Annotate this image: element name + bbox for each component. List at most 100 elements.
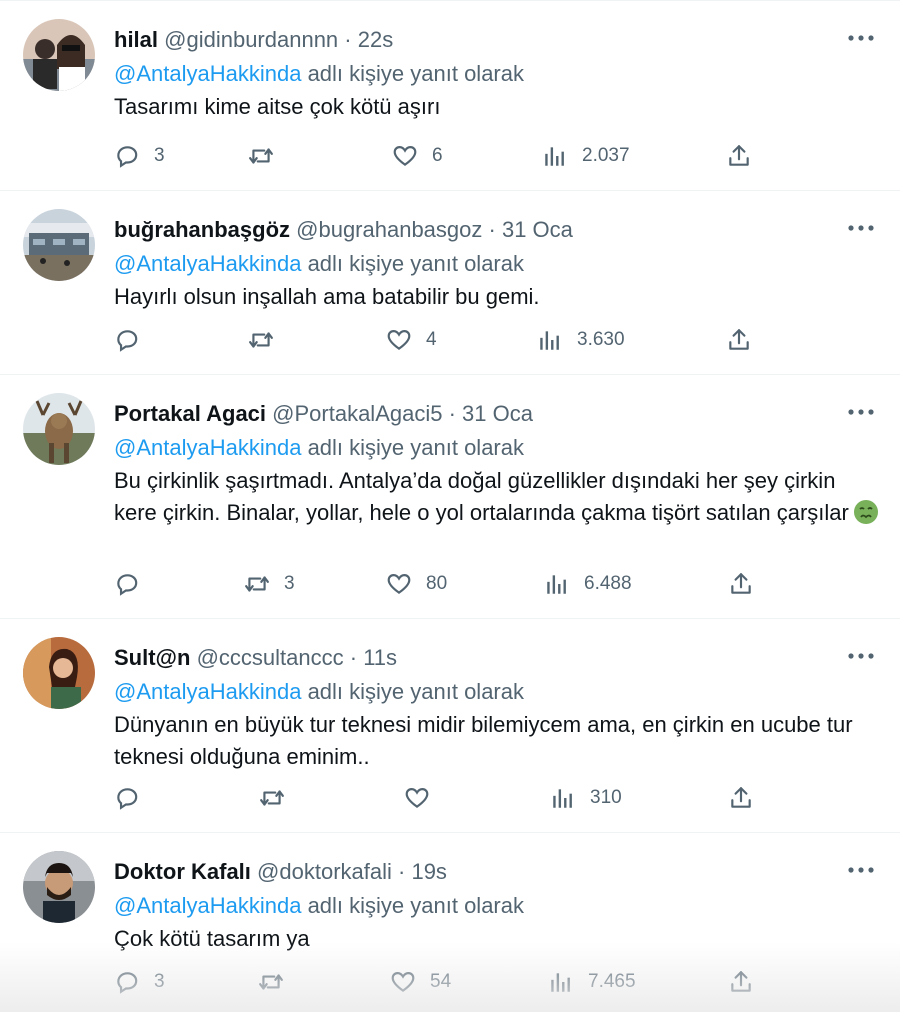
views-button[interactable]: 7.465 <box>548 965 636 999</box>
retweet-button[interactable] <box>259 781 299 815</box>
like-count: 4 <box>426 329 437 350</box>
replying-to: @AntalyaHakkinda adlı kişiye yanıt olara… <box>114 247 524 281</box>
heart-icon <box>404 785 430 811</box>
like-button[interactable]: 54 <box>390 965 451 999</box>
nauseated-face-icon <box>853 499 879 525</box>
tweet-text: Bu çirkinlik şaşırtmadı. Antalya’da doğa… <box>114 465 884 529</box>
user-handle[interactable]: @gidinburdannnn <box>164 27 338 52</box>
like-button[interactable]: 6 <box>392 139 443 173</box>
heart-icon <box>390 969 416 995</box>
mention-link[interactable]: @AntalyaHakkinda <box>114 251 301 276</box>
display-name[interactable]: Portakal Agaci <box>114 401 266 426</box>
share-button[interactable] <box>726 139 752 173</box>
display-name[interactable]: Doktor Kafalı <box>114 859 251 884</box>
like-count: 6 <box>432 145 443 166</box>
more-options-icon[interactable] <box>846 211 876 245</box>
share-button[interactable] <box>728 781 754 815</box>
views-button[interactable]: 2.037 <box>542 139 630 173</box>
timestamp[interactable]: 31 Oca <box>462 401 533 426</box>
tweet-text-body: Bu çirkinlik şaşırtmadı. Antalya’da doğa… <box>114 468 849 525</box>
retweet-button[interactable]: 3 <box>244 567 295 601</box>
avatar[interactable] <box>23 637 95 709</box>
views-chart-icon <box>550 785 576 811</box>
reply-button[interactable] <box>114 323 154 357</box>
replying-to-label: adlı kişiye yanıt olarak <box>307 893 524 918</box>
share-button[interactable] <box>728 567 754 601</box>
timestamp[interactable]: 19s <box>411 859 446 884</box>
tweet-actions: 4 3.630 <box>114 323 774 357</box>
view-count: 2.037 <box>582 145 630 166</box>
reply-icon <box>114 327 140 353</box>
share-button[interactable] <box>726 323 752 357</box>
reply-button[interactable] <box>114 781 154 815</box>
views-button[interactable]: 3.630 <box>537 323 625 357</box>
share-icon <box>726 143 752 169</box>
mention-link[interactable]: @AntalyaHakkinda <box>114 61 301 86</box>
share-icon <box>728 785 754 811</box>
user-handle[interactable]: @PortakalAgaci5 <box>272 401 442 426</box>
views-button[interactable]: 310 <box>550 781 622 815</box>
tweet[interactable]: hilal @gidinburdannnn · 22s @AntalyaHakk… <box>0 1 900 191</box>
replying-to-label: adlı kişiye yanıt olarak <box>307 435 524 460</box>
retweet-icon <box>259 785 285 811</box>
views-button[interactable]: 6.488 <box>544 567 632 601</box>
more-options-icon[interactable] <box>846 395 876 429</box>
heart-icon <box>386 571 412 597</box>
reply-feed: hilal @gidinburdannnn · 22s @AntalyaHakk… <box>0 0 900 1012</box>
tweet[interactable]: Doktor Kafalı @doktorkafali · 19s @Antal… <box>0 833 900 1012</box>
view-count: 310 <box>590 787 622 808</box>
display-name[interactable]: hilal <box>114 27 158 52</box>
tweet-actions: 3 80 6.488 <box>114 567 774 601</box>
user-handle[interactable]: @bugrahanbasgoz <box>296 217 482 242</box>
timestamp[interactable]: 31 Oca <box>502 217 573 242</box>
avatar[interactable] <box>23 209 95 281</box>
display-name[interactable]: Sult@n <box>114 645 190 670</box>
user-handle[interactable]: @doktorkafali <box>257 859 392 884</box>
retweet-icon <box>258 969 284 995</box>
retweet-button[interactable] <box>248 323 288 357</box>
user-handle[interactable]: @cccsultanccc <box>197 645 344 670</box>
retweet-button[interactable] <box>258 965 298 999</box>
reply-button[interactable]: 3 <box>114 139 165 173</box>
tweet-actions: 3 6 2.037 <box>114 139 774 173</box>
share-icon <box>728 571 754 597</box>
tweet[interactable]: Sult@n @cccsultanccc · 11s @AntalyaHakki… <box>0 619 900 833</box>
reply-count: 3 <box>154 971 165 992</box>
avatar[interactable] <box>23 851 95 923</box>
tweet[interactable]: buğrahanbaşgöz @bugrahanbasgoz · 31 Oca … <box>0 191 900 375</box>
share-icon <box>728 969 754 995</box>
tweet-text: Hayırlı olsun inşallah ama batabilir bu … <box>114 284 540 309</box>
separator-dot: · <box>442 401 463 426</box>
like-button[interactable]: 80 <box>386 567 447 601</box>
mention-link[interactable]: @AntalyaHakkinda <box>114 893 301 918</box>
retweet-icon <box>248 143 274 169</box>
avatar[interactable] <box>23 393 95 465</box>
view-count: 3.630 <box>577 329 625 350</box>
reply-icon <box>114 969 140 995</box>
view-count: 6.488 <box>584 573 632 594</box>
share-button[interactable] <box>728 965 754 999</box>
tweet-text: Dünyanın en büyük tur teknesi midir bile… <box>114 712 853 769</box>
tweet[interactable]: Portakal Agaci @PortakalAgaci5 · 31 Oca … <box>0 375 900 619</box>
reply-button[interactable] <box>114 567 154 601</box>
retweet-icon <box>248 327 274 353</box>
more-options-icon[interactable] <box>846 853 876 887</box>
more-options-icon[interactable] <box>846 21 876 55</box>
replying-to-label: adlı kişiye yanıt olarak <box>307 251 524 276</box>
avatar[interactable] <box>23 19 95 91</box>
mention-link[interactable]: @AntalyaHakkinda <box>114 435 301 460</box>
timestamp[interactable]: 11s <box>363 645 397 670</box>
replying-to: @AntalyaHakkinda adlı kişiye yanıt olara… <box>114 675 524 709</box>
timestamp[interactable]: 22s <box>358 27 393 52</box>
reply-button[interactable]: 3 <box>114 965 165 999</box>
replying-to: @AntalyaHakkinda adlı kişiye yanıt olara… <box>114 889 524 923</box>
like-button[interactable]: 4 <box>386 323 437 357</box>
mention-link[interactable]: @AntalyaHakkinda <box>114 679 301 704</box>
retweet-button[interactable] <box>248 139 288 173</box>
display-name[interactable]: buğrahanbaşgöz <box>114 217 290 242</box>
replying-to-label: adlı kişiye yanıt olarak <box>307 61 524 86</box>
like-button[interactable] <box>404 781 444 815</box>
tweet-text: Tasarımı kime aitse çok kötü aşırı <box>114 94 441 119</box>
more-options-icon[interactable] <box>846 639 876 673</box>
views-chart-icon <box>544 571 570 597</box>
